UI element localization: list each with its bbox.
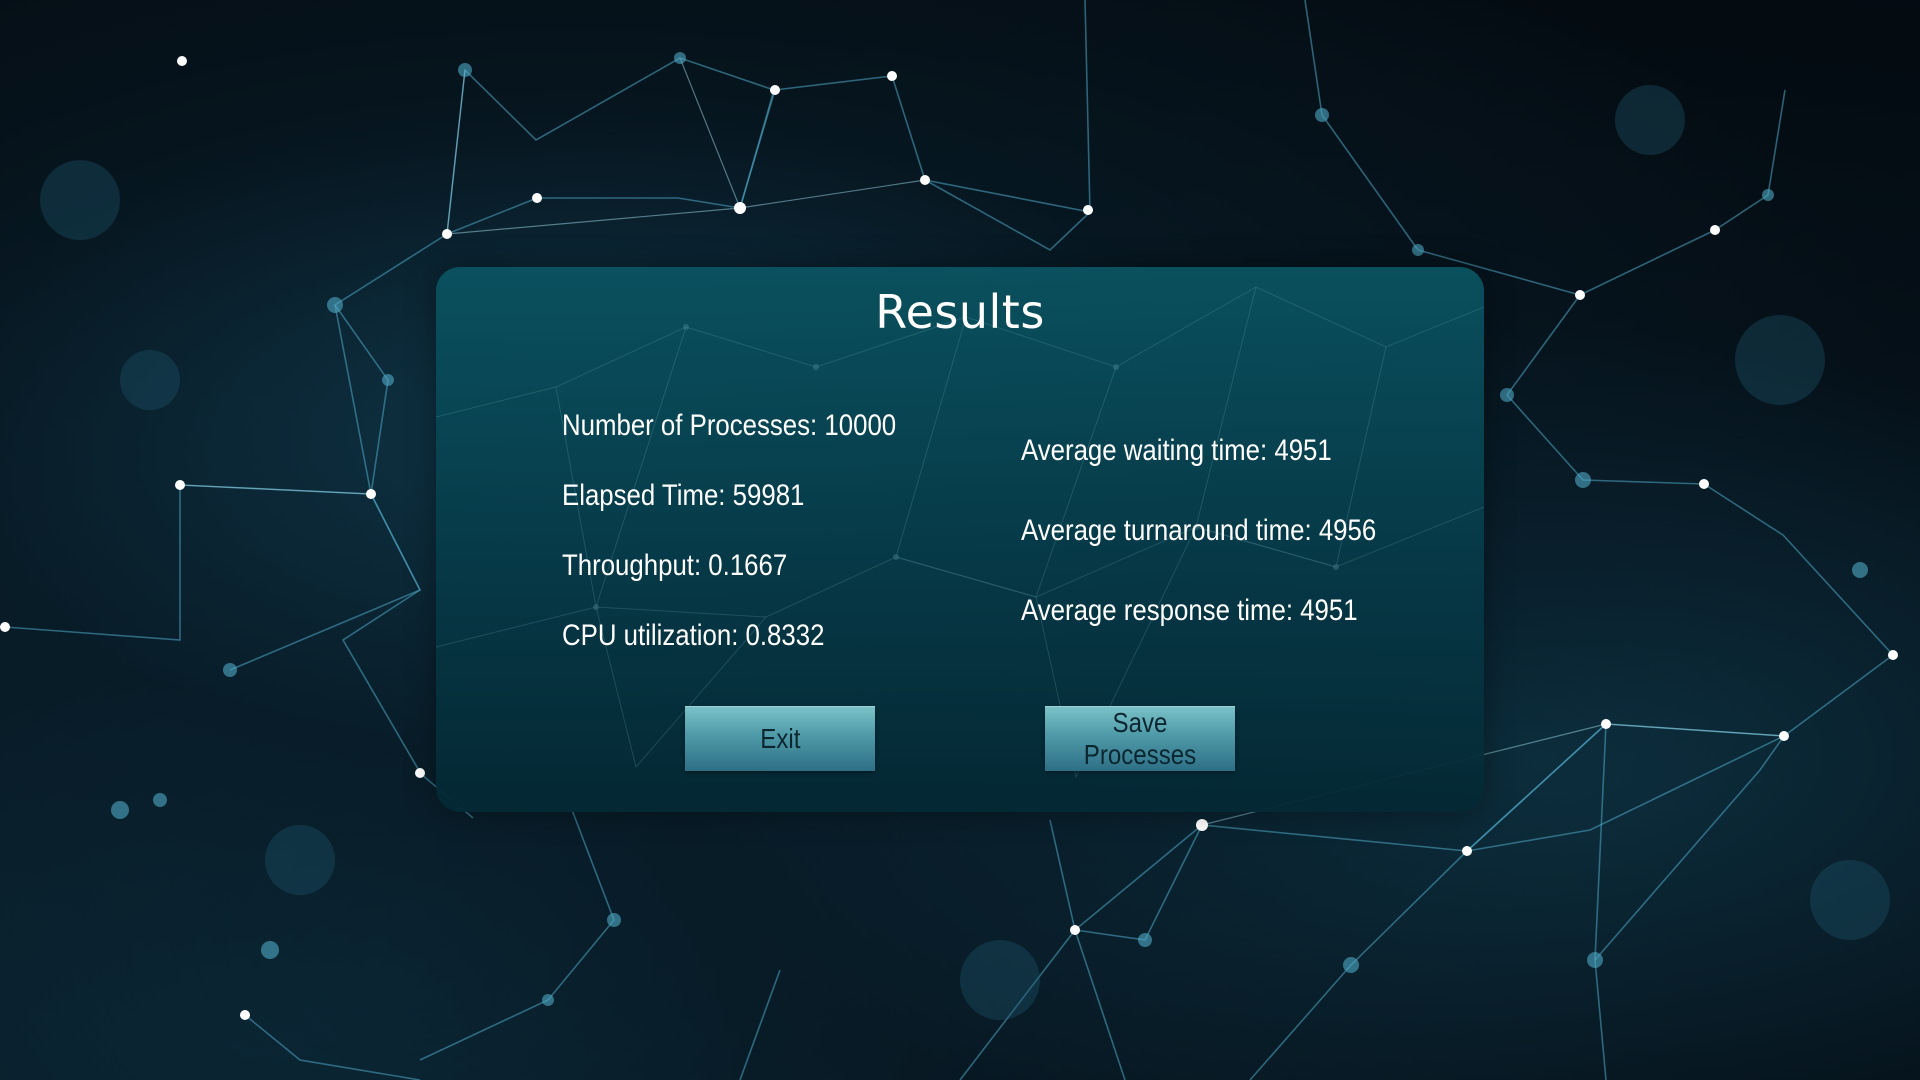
stat-throughput: Throughput: 0.1667 [562,549,788,582]
stat-cpu-utilization: CPU utilization: 0.8332 [562,619,825,652]
save-processes-button-label: Save Processes [1083,706,1197,770]
stat-average-waiting-time: Average waiting time: 4951 [1021,434,1332,467]
stat-average-response-time: Average response time: 4951 [1021,594,1358,627]
exit-button[interactable]: Exit [685,706,875,771]
stat-average-turnaround-time: Average turnaround time: 4956 [1021,514,1377,547]
results-title: Results [875,285,1045,339]
save-processes-button[interactable]: Save Processes [1045,706,1235,771]
exit-button-label: Exit [759,722,801,754]
stat-number-of-processes: Number of Processes: 10000 [562,409,897,442]
stat-elapsed-time: Elapsed Time: 59981 [562,479,805,512]
results-screen: Results Number of Processes: 10000 Elaps… [0,0,1920,1080]
results-panel: Results Number of Processes: 10000 Elaps… [436,267,1484,812]
